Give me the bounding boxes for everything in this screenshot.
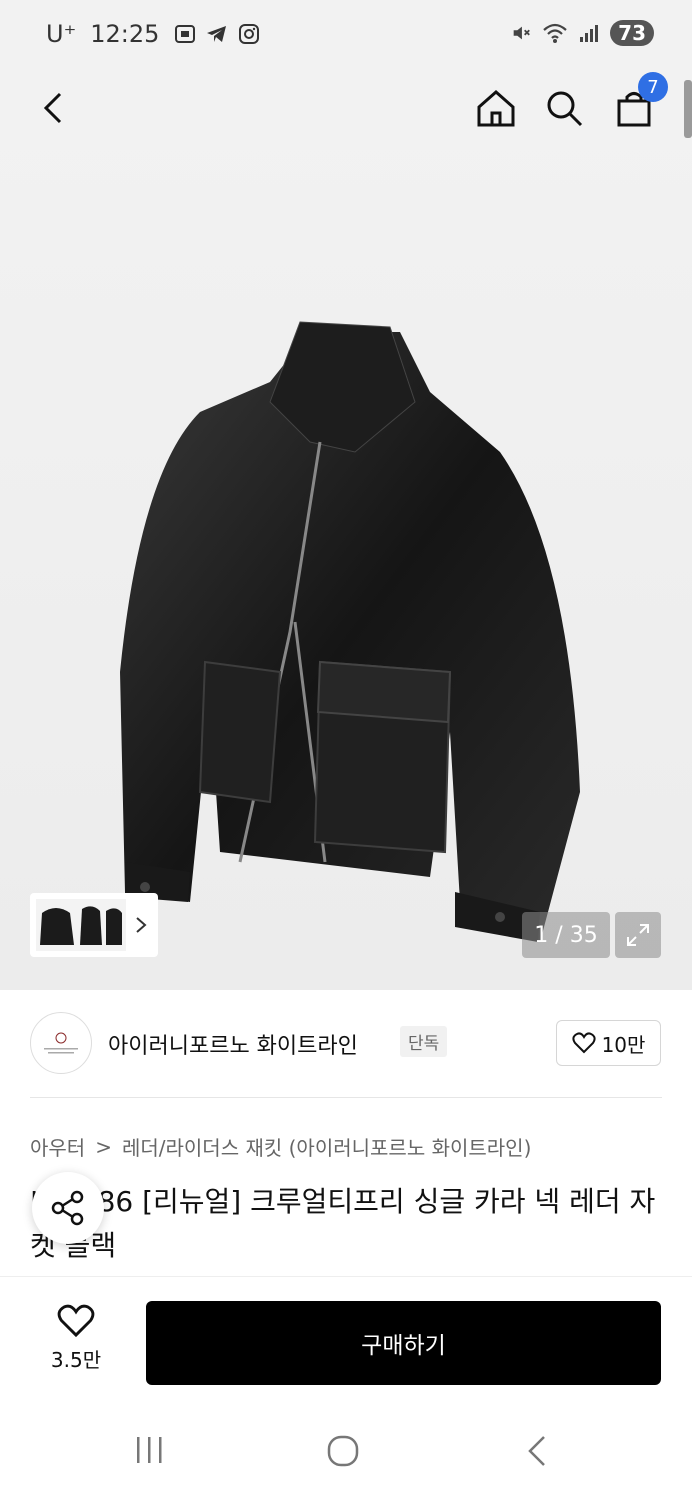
back-button[interactable] bbox=[30, 84, 78, 132]
product-image bbox=[120, 321, 580, 942]
telegram-icon bbox=[207, 26, 227, 42]
search-icon bbox=[547, 91, 583, 127]
brand-name[interactable]: 아이러니포르노 화이트라인 bbox=[108, 1028, 358, 1060]
thumbnail-strip[interactable] bbox=[30, 893, 158, 957]
wishlist-count: 3.5만 bbox=[50, 1348, 102, 1372]
breadcrumb-subcategory[interactable]: 레더/라이더스 재킷 (아이러니포르노 화이트라인) bbox=[122, 1132, 531, 1161]
status-left: U⁺ 12:25 bbox=[46, 20, 261, 48]
wifi-icon bbox=[543, 23, 567, 43]
instagram-icon bbox=[239, 24, 260, 44]
brand-row: 아이러니포르노 화이트라인 단독 10만 bbox=[0, 990, 692, 1098]
breadcrumb: 아우터 > 레더/라이더스 재킷 (아이러니포르노 화이트라인) bbox=[30, 1132, 531, 1161]
product-image-gallery[interactable] bbox=[0, 72, 692, 990]
home-icon bbox=[477, 89, 515, 127]
divider bbox=[30, 1097, 662, 1098]
brand-like-button[interactable]: 10만 bbox=[556, 1020, 661, 1066]
home-button[interactable] bbox=[472, 84, 520, 132]
breadcrumb-category[interactable]: 아우터 bbox=[30, 1132, 85, 1161]
image-page-counter: 1 / 35 bbox=[522, 912, 610, 958]
carrier-label: U⁺ bbox=[46, 20, 77, 48]
wishlist-button[interactable]: 3.5만 bbox=[36, 1303, 116, 1373]
cart-count-badge: 7 bbox=[638, 72, 668, 102]
back-arrow-icon[interactable] bbox=[524, 1434, 552, 1468]
brand-logo[interactable] bbox=[30, 1012, 92, 1074]
status-time: 12:25 bbox=[90, 20, 160, 48]
heart-icon bbox=[571, 1032, 596, 1054]
share-button[interactable] bbox=[32, 1172, 104, 1244]
signal-icon bbox=[580, 25, 599, 42]
expand-image-button[interactable] bbox=[615, 912, 661, 958]
status-bar: U⁺ 12:25 73 bbox=[0, 0, 692, 72]
top-navigation: 7 bbox=[0, 72, 692, 148]
notification-icons bbox=[173, 22, 261, 46]
buy-button[interactable]: 구매하기 bbox=[146, 1301, 661, 1385]
breadcrumb-separator: > bbox=[95, 1134, 112, 1159]
thumbnail-images bbox=[36, 899, 126, 951]
scrollbar-thumb[interactable] bbox=[684, 80, 692, 138]
brand-like-count: 10만 bbox=[601, 1032, 646, 1057]
chevron-left-icon bbox=[43, 92, 62, 124]
system-navigation-bar bbox=[0, 1404, 692, 1500]
expand-icon bbox=[627, 924, 649, 946]
home-circle-icon[interactable] bbox=[326, 1434, 360, 1468]
mute-icon bbox=[513, 26, 531, 40]
purchase-bar: 3.5만 구매하기 bbox=[0, 1276, 692, 1404]
share-icon bbox=[51, 1190, 84, 1226]
recent-apps-icon[interactable] bbox=[134, 1434, 166, 1466]
search-button[interactable] bbox=[540, 84, 588, 132]
cart-button[interactable]: 7 bbox=[610, 72, 668, 132]
exclusive-badge: 단독 bbox=[400, 1026, 448, 1057]
heart-icon bbox=[57, 1304, 95, 1338]
status-right: 73 bbox=[510, 20, 654, 46]
screenshot-icon bbox=[175, 25, 196, 43]
product-title: IRO086 [리뉴얼] 크루얼티프리 싱글 카라 넥 레더 자켓 블랙 bbox=[30, 1185, 656, 1262]
chevron-right-icon bbox=[136, 917, 147, 933]
battery-indicator: 73 bbox=[610, 20, 654, 46]
brand-logo-image bbox=[44, 1032, 78, 1054]
